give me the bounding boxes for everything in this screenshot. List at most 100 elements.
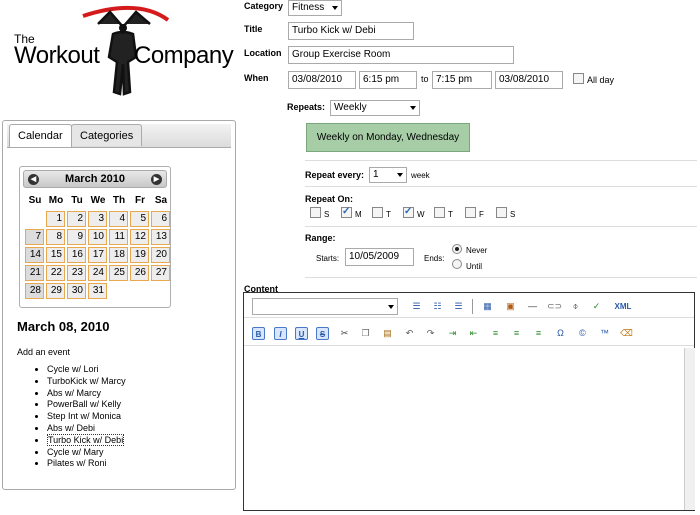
allday-checkbox[interactable]: [573, 73, 584, 84]
undo-icon[interactable]: ↶: [403, 327, 416, 340]
repeat-every-select[interactable]: 1: [369, 167, 407, 183]
eraser-icon[interactable]: ⌫: [620, 327, 633, 340]
calendar-day[interactable]: 17: [88, 247, 107, 263]
trademark-icon[interactable]: ™: [598, 327, 611, 340]
outdent-icon[interactable]: ⇤: [467, 327, 480, 340]
calendar-day[interactable]: 3: [88, 211, 107, 227]
calendar-day[interactable]: 18: [109, 247, 128, 263]
event-item[interactable]: Pilates w/ Roni: [47, 458, 126, 470]
add-event-link[interactable]: Add an event: [17, 347, 70, 357]
calendar-day[interactable]: 9: [67, 229, 86, 245]
indent-icon[interactable]: ⇥: [446, 327, 459, 340]
end-date-input[interactable]: 03/08/2010: [495, 71, 563, 89]
calendar-day[interactable]: 2: [67, 211, 86, 227]
category-select[interactable]: Fitness: [288, 0, 342, 16]
strikethrough-icon[interactable]: S: [316, 327, 329, 340]
indent-list-icon[interactable]: ☰: [452, 300, 465, 313]
tab-categories[interactable]: Categories: [71, 124, 143, 146]
next-month-icon[interactable]: ▶: [151, 174, 162, 185]
calendar-day[interactable]: 10: [88, 229, 107, 245]
calendar-day[interactable]: 26: [130, 265, 149, 281]
calendar-day[interactable]: 15: [46, 247, 65, 263]
event-item[interactable]: PowerBall w/ Kelly: [47, 399, 126, 411]
repeats-select[interactable]: Weekly: [330, 100, 420, 116]
prev-month-icon[interactable]: ◀: [28, 174, 39, 185]
ordered-list-icon[interactable]: ☰: [410, 300, 423, 313]
calendar-day[interactable]: 12: [130, 229, 149, 245]
calendar-day[interactable]: 16: [67, 247, 86, 263]
calendar-day[interactable]: 20: [151, 247, 170, 263]
calendar-day[interactable]: 27: [151, 265, 170, 281]
calendar-day[interactable]: 13: [151, 229, 170, 245]
calendar-day[interactable]: 29: [46, 283, 65, 299]
special-char-icon[interactable]: Ω: [554, 327, 567, 340]
table-icon[interactable]: ▦: [481, 300, 494, 313]
align-left-icon[interactable]: ≡: [489, 327, 502, 340]
calendar-day[interactable]: 4: [109, 211, 128, 227]
unordered-list-icon[interactable]: ☷: [431, 300, 444, 313]
image-icon[interactable]: ▣: [504, 300, 517, 313]
event-item[interactable]: Abs w/ Marcy: [47, 388, 126, 400]
italic-icon[interactable]: I: [274, 327, 287, 340]
calendar-day[interactable]: 8: [46, 229, 65, 245]
horizontal-rule-icon[interactable]: —: [526, 300, 539, 313]
title-input[interactable]: Turbo Kick w/ Debi: [288, 22, 414, 40]
repeat-day-checkbox[interactable]: [372, 207, 383, 218]
tab-calendar[interactable]: Calendar: [9, 124, 72, 147]
weekday-header: Sa: [154, 195, 168, 206]
calendar-day[interactable]: 11: [109, 229, 128, 245]
event-item[interactable]: Cycle w/ Mary: [47, 447, 126, 459]
event-item[interactable]: Abs w/ Debi: [47, 423, 126, 435]
attachment-icon[interactable]: ⌽: [569, 300, 582, 313]
calendar-day[interactable]: 6: [151, 211, 170, 227]
calendar-day[interactable]: 23: [67, 265, 86, 281]
calendar-day[interactable]: 28: [25, 283, 44, 299]
end-time-input[interactable]: 7:15 pm: [432, 71, 492, 89]
format-select[interactable]: [252, 298, 398, 315]
align-right-icon[interactable]: ≡: [532, 327, 545, 340]
xml-icon[interactable]: XML: [612, 300, 634, 313]
repeat-day-checkbox[interactable]: [310, 207, 321, 218]
event-item[interactable]: TurboKick w/ Marcy: [47, 376, 126, 388]
calendar-day[interactable]: 31: [88, 283, 107, 299]
event-item-label: Abs w/ Marcy: [47, 387, 102, 398]
calendar-day[interactable]: 21: [25, 265, 44, 281]
calendar-day[interactable]: 22: [46, 265, 65, 281]
link-icon[interactable]: ⊂⊃: [547, 300, 562, 313]
repeat-day-checkbox[interactable]: [496, 207, 507, 218]
copyright-icon[interactable]: ©: [576, 327, 589, 340]
cut-icon[interactable]: ✂: [338, 327, 351, 340]
when-label: When: [244, 73, 269, 83]
event-item[interactable]: Cycle w/ Lori: [47, 364, 126, 376]
repeat-day-checkbox[interactable]: [403, 206, 414, 218]
spellcheck-icon[interactable]: ✓: [590, 300, 603, 313]
start-date-input[interactable]: 03/08/2010: [288, 71, 356, 89]
calendar-day[interactable]: 14: [25, 247, 44, 263]
calendar-day[interactable]: 5: [130, 211, 149, 227]
repeat-day-checkbox[interactable]: [341, 206, 352, 218]
range-start-input[interactable]: 10/05/2009: [345, 248, 414, 266]
bold-icon[interactable]: B: [252, 327, 265, 340]
redo-icon[interactable]: ↷: [424, 327, 437, 340]
calendar-header: March 2010 ◀ ▶: [23, 170, 167, 188]
calendar-day[interactable]: 19: [130, 247, 149, 263]
editor-scrollbar[interactable]: [684, 348, 695, 510]
event-item[interactable]: Step Int w/ Monica: [47, 411, 126, 423]
start-time-input[interactable]: 6:15 pm: [359, 71, 417, 89]
location-input[interactable]: Group Exercise Room: [288, 46, 514, 64]
paste-icon[interactable]: ▤: [381, 327, 394, 340]
event-item[interactable]: Turbo Kick w/ Debi: [47, 433, 126, 447]
repeat-day-checkbox[interactable]: [465, 207, 476, 218]
repeat-day-checkbox[interactable]: [434, 207, 445, 218]
align-center-icon[interactable]: ≡: [510, 327, 523, 340]
calendar-day[interactable]: 30: [67, 283, 86, 299]
calendar-day[interactable]: 24: [88, 265, 107, 281]
repeat-every-value: 1: [373, 169, 379, 180]
copy-icon[interactable]: ❐: [359, 327, 372, 340]
calendar-day[interactable]: 25: [109, 265, 128, 281]
ends-until-radio[interactable]: [452, 259, 462, 269]
calendar-day[interactable]: 7: [25, 229, 44, 245]
underline-icon[interactable]: U: [295, 327, 308, 340]
ends-never-radio[interactable]: [452, 244, 462, 254]
calendar-day[interactable]: 1: [46, 211, 65, 227]
